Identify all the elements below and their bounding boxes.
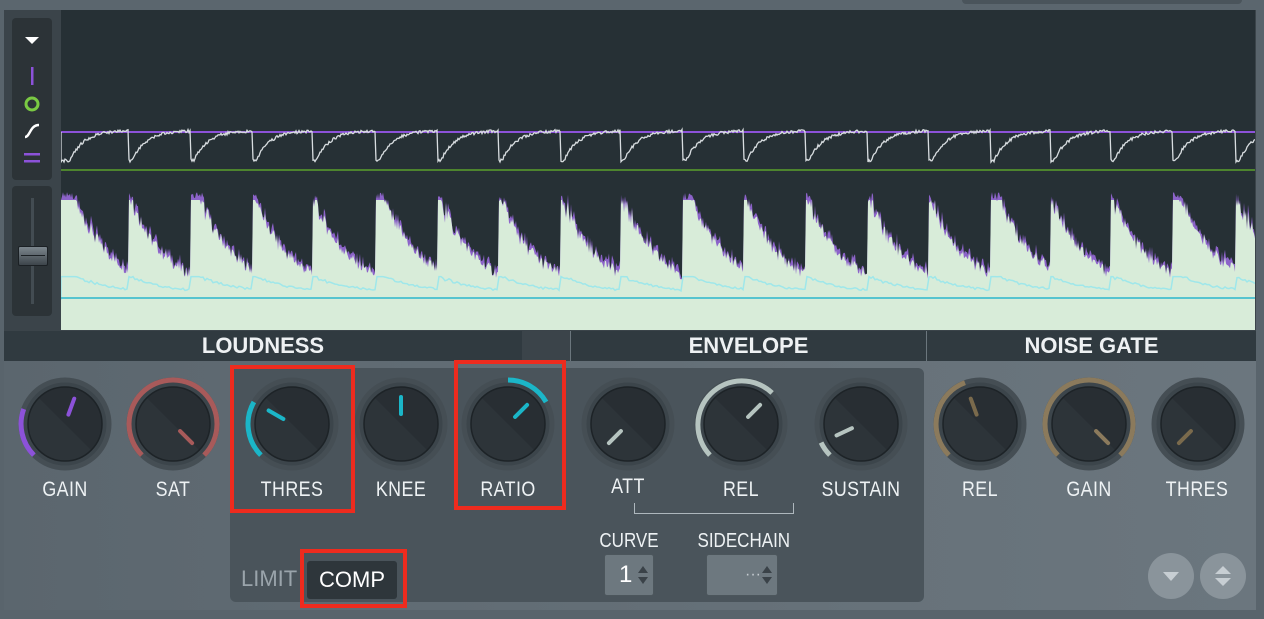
section-header-envelope: ENVELOPE xyxy=(571,331,926,361)
dropdown-arrow-icon[interactable] xyxy=(12,32,52,50)
gate-rel-knob-label: REL xyxy=(961,478,998,501)
sat-knob[interactable] xyxy=(125,376,221,472)
down-arrow-button[interactable] xyxy=(1148,553,1194,599)
sidechain-value: ··· xyxy=(745,566,761,583)
att-knob[interactable] xyxy=(580,376,676,472)
sidechain-label: SIDECHAIN xyxy=(697,530,791,552)
gate-gain-knob[interactable] xyxy=(1041,376,1137,472)
ratio-highlight xyxy=(454,360,566,510)
gain-knob[interactable] xyxy=(17,376,113,472)
top-tab[interactable] xyxy=(962,0,1242,4)
circle-icon[interactable] xyxy=(12,95,52,118)
curve-value: 1 xyxy=(619,561,633,588)
curve-icon[interactable] xyxy=(12,122,52,145)
up-down-arrow-button[interactable] xyxy=(1200,553,1246,599)
sustain-knob[interactable] xyxy=(813,376,909,472)
output-level-area xyxy=(61,200,1255,330)
gate-rel-knob-graphic xyxy=(933,377,1027,471)
gain-knob-label: GAIN xyxy=(42,478,88,501)
gate-gain-knob-label: GAIN xyxy=(1066,478,1112,501)
rel-knob-graphic xyxy=(694,377,788,471)
gain-reduction-curve xyxy=(61,127,1255,164)
gate-thres-knob-graphic xyxy=(1151,377,1245,471)
sat-knob-label: SAT xyxy=(155,478,191,501)
section-header-noise-gate: NOISE GATE xyxy=(927,331,1256,361)
sustain-knob-label: SUSTAIN xyxy=(821,478,901,501)
att-rel-bracket xyxy=(634,503,794,514)
gain-knob-graphic xyxy=(18,377,112,471)
rel-knob-label: REL xyxy=(722,478,759,501)
thres-highlight xyxy=(230,365,355,513)
up-down-arrow-icon[interactable] xyxy=(761,563,773,587)
noise-gate-title: NOISE GATE xyxy=(1024,333,1159,358)
knee-knob-label: KNEE xyxy=(375,478,427,501)
down-arrow-icon xyxy=(1163,572,1179,581)
knee-knob[interactable] xyxy=(353,376,449,472)
gate-gain-knob-graphic xyxy=(1042,377,1136,471)
att-knob-label: ATT xyxy=(611,475,645,498)
envelope-title: ENVELOPE xyxy=(688,333,809,358)
att-knob-graphic xyxy=(581,377,675,471)
comp-mode-button[interactable]: COMP xyxy=(307,561,397,599)
display-zoom-slider[interactable] xyxy=(12,186,52,316)
top-strip xyxy=(0,0,1264,10)
vertical-line-icon[interactable] xyxy=(12,66,52,91)
waveform-graph xyxy=(61,127,1255,330)
up-down-arrow-icon[interactable] xyxy=(637,563,649,587)
gate-thres-knob[interactable] xyxy=(1150,376,1246,472)
rel-knob[interactable] xyxy=(693,376,789,472)
up-down-arrow-icon xyxy=(1215,566,1231,586)
knee-knob-graphic xyxy=(354,377,448,471)
sat-knob-graphic xyxy=(126,377,220,471)
waveform-display xyxy=(61,10,1255,330)
sustain-knob-graphic xyxy=(814,377,908,471)
curve-label: CURVE xyxy=(599,530,659,552)
curve-stepper[interactable]: 1 xyxy=(604,554,654,596)
slider-handle[interactable] xyxy=(18,246,48,266)
gate-rel-knob[interactable] xyxy=(932,376,1028,472)
limit-mode-button[interactable]: LIMIT xyxy=(241,566,297,592)
gate-thres-knob-label: THRES xyxy=(1165,478,1229,501)
double-line-icon[interactable] xyxy=(12,150,52,171)
sidechain-stepper[interactable]: ··· xyxy=(706,554,778,596)
display-mode-toolbar xyxy=(12,18,52,180)
